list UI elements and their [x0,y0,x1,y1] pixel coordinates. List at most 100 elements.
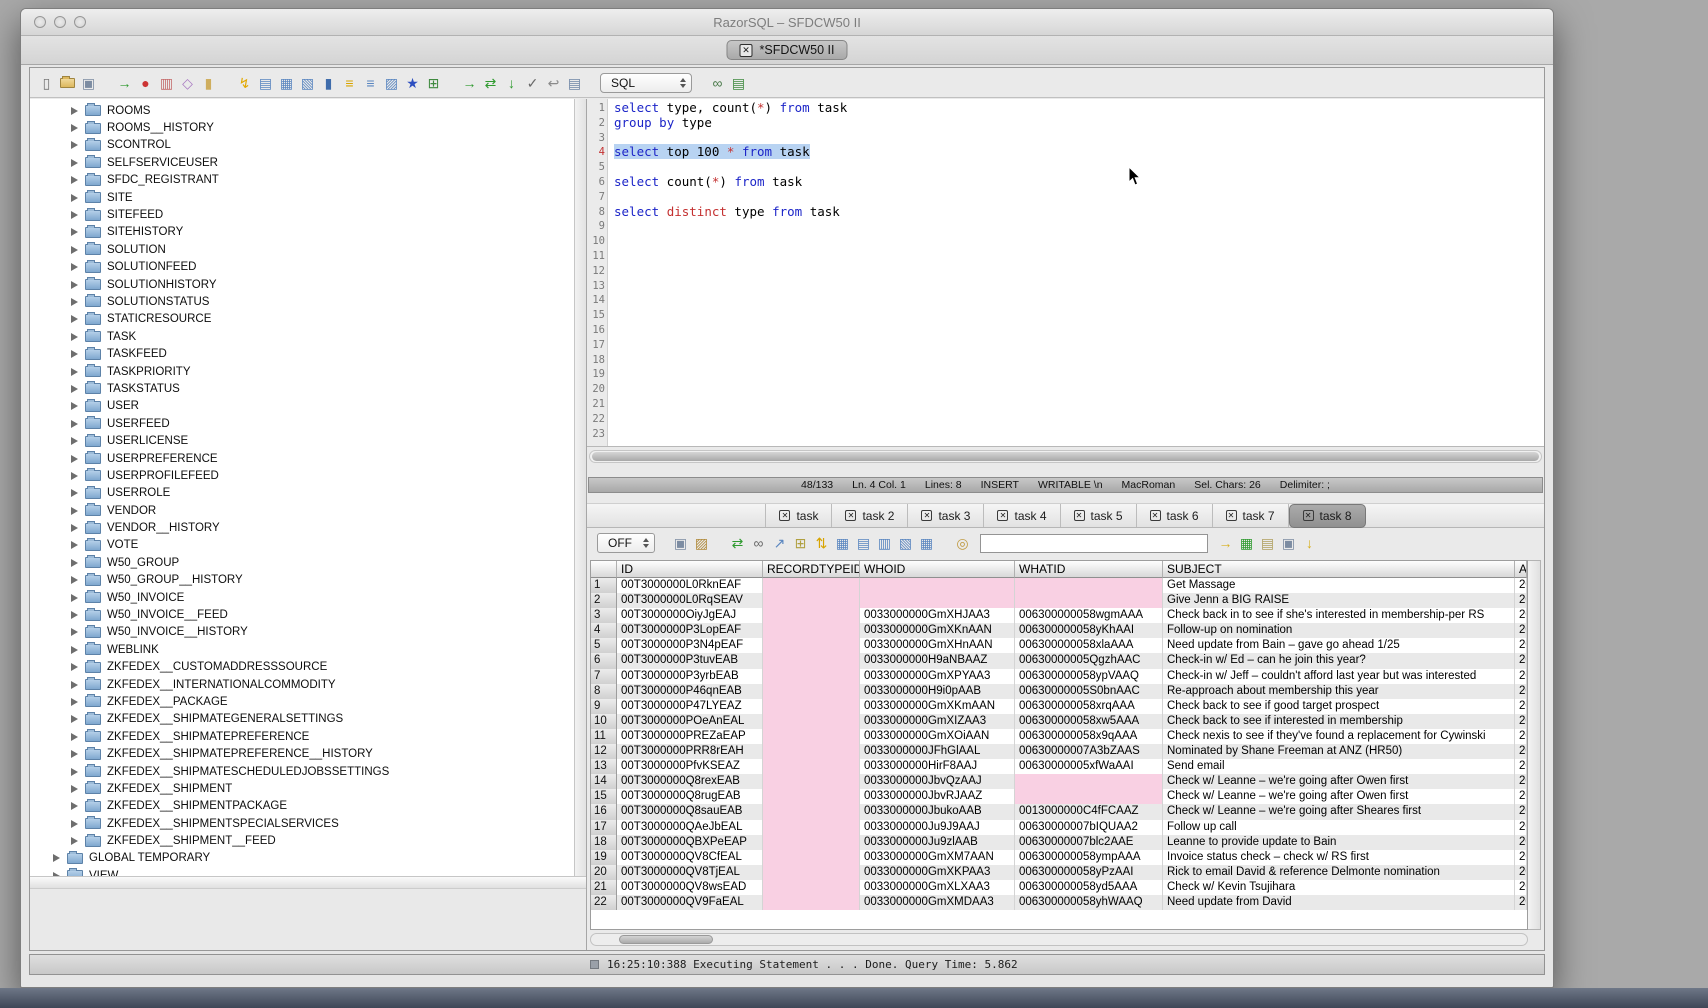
cell-recordtypeid[interactable] [763,895,860,910]
cell-ac[interactable]: 200 [1515,623,1527,638]
cell-ac[interactable]: 200 [1515,820,1527,835]
cell-subject[interactable]: Check back to see if good target prospec… [1163,699,1515,714]
edit-sql-icon[interactable]: ▨ [382,73,401,92]
column-header-id[interactable]: ID [617,561,763,578]
minimize-window-button[interactable] [54,16,66,28]
tree-item-vendor-history[interactable]: VENDOR__HISTORY [30,519,586,536]
table-row[interactable]: 1700T3000000QAeJbEAL0033000000Ju9J9AAJ00… [591,820,1527,835]
disclosure-triangle-icon[interactable] [71,681,78,689]
tree-item-w50-invoice-feed[interactable]: W50_INVOICE__FEED [30,606,586,623]
view-results-icon[interactable]: ∞ [708,73,727,92]
cell-whoid[interactable]: 0033000000JbvRJAAZ [860,789,1015,804]
cell-recordtypeid[interactable] [763,638,860,653]
results-tab-task-4[interactable]: ✕task 4 [984,504,1060,527]
cell-id[interactable]: 00T3000000P3yrbEAB [617,669,763,684]
cell-ac[interactable]: 200 [1515,759,1527,774]
tree-item-taskstatus[interactable]: TASKSTATUS [30,380,586,397]
tree-item-zkfedex-shipmentpackage[interactable]: ZKFEDEX__SHIPMENTPACKAGE [30,798,586,815]
cell-whoid[interactable]: 0033000000GmXOiAAN [860,729,1015,744]
cell-recordtypeid[interactable] [763,774,860,789]
table-row[interactable]: 1300T3000000PfvKSEAZ0033000000HirF8AAJ00… [591,759,1527,774]
tree-item-staticresource[interactable]: STATICRESOURCE [30,311,586,328]
sql-editor[interactable]: 1234567891011121314151617181920212223 se… [587,99,1544,447]
code-line[interactable]: select distinct type from task [614,205,1544,220]
cell-subject[interactable]: Send email [1163,759,1515,774]
cell-id[interactable]: 00T3000000Q8sauEAB [617,804,763,819]
row-number-cell[interactable]: 20 [591,865,617,880]
cell-ac[interactable]: 200 [1515,593,1527,608]
sort-rows-icon[interactable]: ⇅ [812,534,831,553]
cell-whatid[interactable]: 00630000005QgzhAAC [1015,653,1163,668]
cell-whoid[interactable]: 0033000000GmXKmAAN [860,699,1015,714]
cell-recordtypeid[interactable] [763,804,860,819]
disclosure-triangle-icon[interactable] [71,141,78,149]
connect-icon[interactable]: → [115,73,134,92]
cell-subject[interactable]: Check-in w/ Jeff – couldn't afford last … [1163,669,1515,684]
code-line[interactable] [614,234,1544,249]
table-row[interactable]: 1900T3000000QV8CfEAL0033000000GmXM7AAN00… [591,850,1527,865]
cell-whoid[interactable]: 0033000000Ju9zlAAB [860,835,1015,850]
cell-ac[interactable]: 200 [1515,880,1527,895]
cell-recordtypeid[interactable] [763,578,860,593]
row-number-cell[interactable]: 11 [591,729,617,744]
cell-whatid[interactable]: 006300000058ympAAA [1015,850,1163,865]
tree-item-sfdc-registrant[interactable]: SFDC_REGISTRANT [30,172,586,189]
cell-whatid[interactable]: 006300000058yPzAAI [1015,865,1163,880]
save-grid-icon[interactable]: ▣ [1279,534,1298,553]
disclosure-triangle-icon[interactable] [71,576,78,584]
cell-subject[interactable]: Give Jenn a BIG RAISE [1163,593,1515,608]
modify-cell-icon[interactable]: ↗ [770,534,789,553]
row-number-cell[interactable]: 7 [591,669,617,684]
auto-commit-select[interactable]: OFF [597,533,655,553]
cell-id[interactable]: 00T3000000L0RqSEAV [617,593,763,608]
code-line[interactable] [614,382,1544,397]
close-tab-icon[interactable]: ✕ [779,510,790,521]
code-line[interactable] [614,353,1544,368]
cell-whatid[interactable]: 0013000000C4fFCAAZ [1015,804,1163,819]
checklist-icon[interactable]: ▤ [854,534,873,553]
log-document-icon[interactable]: ▤ [565,73,584,92]
cell-subject[interactable]: Check w/ Leanne – we're going after Owen… [1163,789,1515,804]
disclosure-triangle-icon[interactable] [71,524,78,532]
disclosure-triangle-icon[interactable] [71,837,78,845]
cell-whatid[interactable] [1015,774,1163,789]
notes-icon[interactable]: ▤ [1258,534,1277,553]
cell-subject[interactable]: Check back in to see if she's interested… [1163,608,1515,623]
cell-id[interactable]: 00T3000000PfvKSEAZ [617,759,763,774]
cell-id[interactable]: 00T3000000L0RknEAF [617,578,763,593]
cell-ac[interactable]: 200 [1515,684,1527,699]
cell-recordtypeid[interactable] [763,653,860,668]
disclosure-triangle-icon[interactable] [71,281,78,289]
cell-whatid[interactable] [1015,789,1163,804]
cell-whatid[interactable]: 006300000058xlaAAA [1015,638,1163,653]
cell-whoid[interactable]: 0033000000H9i0pAAB [860,684,1015,699]
row-number-cell[interactable]: 12 [591,744,617,759]
code-line[interactable] [614,190,1544,205]
cell-subject[interactable]: Check w/ Leanne – we're going after Owen… [1163,774,1515,789]
code-line[interactable] [614,323,1544,338]
disclosure-triangle-icon[interactable] [71,263,78,271]
cell-whoid[interactable]: 0033000000GmXM7AAN [860,850,1015,865]
disclosure-triangle-icon[interactable] [71,489,78,497]
cell-recordtypeid[interactable] [763,759,860,774]
cell-whatid[interactable]: 00630000005xfWaAAI [1015,759,1163,774]
tree-item-rooms[interactable]: ROOMS [30,102,586,119]
editor-horizontal-scrollbar[interactable] [589,450,1542,463]
cell-ac[interactable]: 200 [1515,835,1527,850]
tree-vertical-scrollbar[interactable] [574,99,586,876]
cell-id[interactable]: 00T3000000QV8CfEAL [617,850,763,865]
cell-recordtypeid[interactable] [763,608,860,623]
sql-code-area[interactable]: select type, count(*) from taskgroup by … [608,99,1544,446]
disclosure-triangle-icon[interactable] [71,628,78,636]
cell-whatid[interactable]: 006300000058xw5AAA [1015,714,1163,729]
cell-recordtypeid[interactable] [763,820,860,835]
row-number-cell[interactable]: 21 [591,880,617,895]
execute-sql-icon[interactable]: ↯ [235,73,254,92]
column-header-whatid[interactable]: WHATID [1015,561,1163,578]
save-icon[interactable]: ▣ [79,73,98,92]
cell-whoid[interactable]: 0033000000GmXHJAA3 [860,608,1015,623]
cell-id[interactable]: 00T3000000P3LopEAF [617,623,763,638]
tree-item-w50-group[interactable]: W50_GROUP [30,554,586,571]
tree-item-userpreference[interactable]: USERPREFERENCE [30,450,586,467]
close-tab-icon[interactable]: ✕ [997,510,1008,521]
